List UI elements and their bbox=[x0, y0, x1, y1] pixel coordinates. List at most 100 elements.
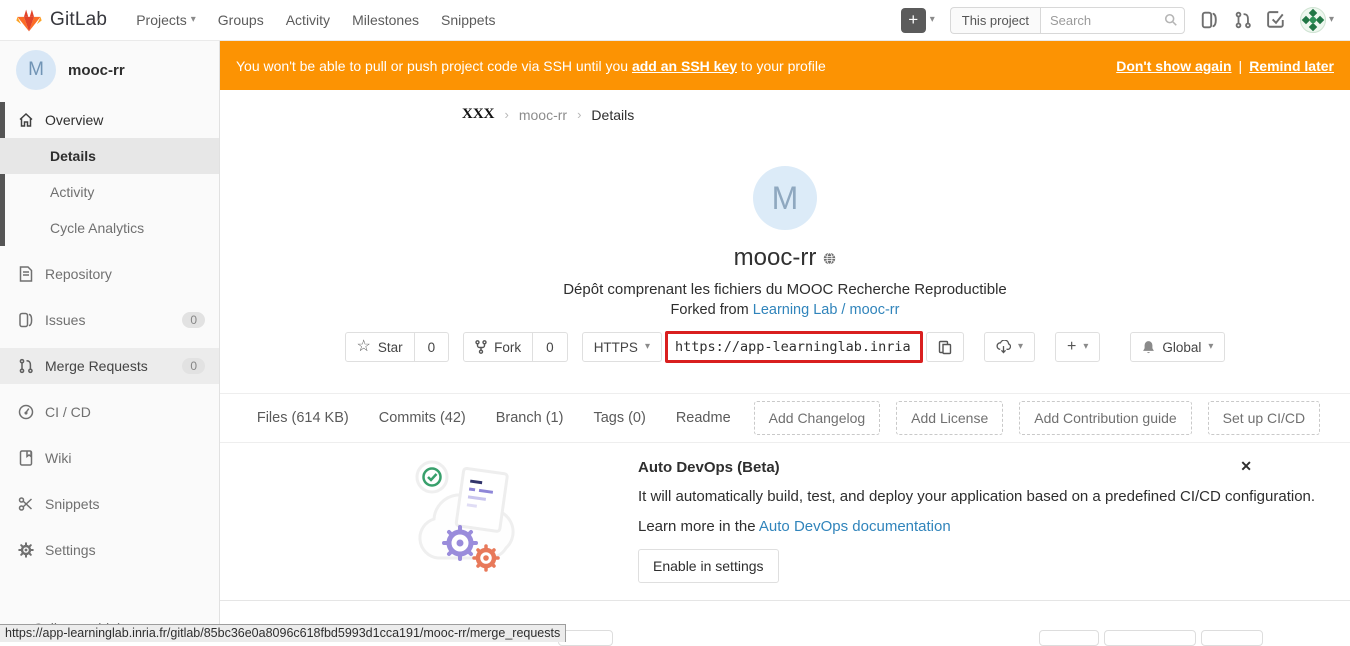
fork-icon bbox=[475, 340, 487, 354]
sidebar-item-details[interactable]: Details bbox=[0, 138, 219, 174]
project-title: mooc-rr bbox=[734, 244, 817, 272]
merge-request-icon bbox=[17, 358, 34, 374]
setup-cicd-button[interactable]: Set up CI/CD bbox=[1208, 401, 1320, 435]
protocol-dropdown[interactable]: HTTPS▾ bbox=[582, 332, 662, 362]
user-menu[interactable]: ▾ bbox=[1300, 7, 1334, 33]
devops-learn-line: Learn more in the Auto DevOps documentat… bbox=[638, 518, 1315, 535]
star-button[interactable]: ☆ Star bbox=[345, 332, 415, 362]
issues-icon[interactable] bbox=[1200, 11, 1219, 29]
clipboard-icon bbox=[938, 340, 952, 355]
issues-icon bbox=[17, 312, 34, 328]
book-icon bbox=[17, 450, 34, 466]
readme-link[interactable]: Readme bbox=[676, 410, 731, 426]
home-icon bbox=[17, 112, 34, 128]
chevron-down-icon: ▾ bbox=[191, 15, 196, 25]
nav-snippets[interactable]: Snippets bbox=[430, 12, 506, 28]
user-avatar bbox=[1300, 7, 1326, 33]
add-ssh-key-link[interactable]: add an SSH key bbox=[632, 58, 737, 74]
breadcrumb-namespace[interactable]: XXX bbox=[462, 106, 495, 123]
sidebar-item-cycle-analytics[interactable]: Cycle Analytics bbox=[0, 210, 219, 246]
document-icon bbox=[17, 266, 34, 282]
forked-from-line: Forked from Learning Lab / mooc-rr bbox=[220, 302, 1350, 318]
tanuki-icon bbox=[16, 8, 42, 33]
devops-title: Auto DevOps (Beta) bbox=[638, 459, 1315, 476]
sidebar-project-header[interactable]: M mooc-rr bbox=[0, 41, 219, 100]
download-dropdown[interactable]: ▾ bbox=[984, 332, 1035, 362]
ssh-warning-banner: You won't be able to pull or push projec… bbox=[220, 41, 1350, 90]
nav-milestones[interactable]: Milestones bbox=[341, 12, 430, 28]
add-license-button[interactable]: Add License bbox=[896, 401, 1003, 435]
new-menu-button[interactable]: + ▾ bbox=[901, 8, 935, 33]
branches-link[interactable]: Branch (1) bbox=[496, 410, 564, 426]
add-contribution-guide-button[interactable]: Add Contribution guide bbox=[1019, 401, 1191, 435]
sidebar-item-ci-cd[interactable]: CI / CD bbox=[0, 394, 219, 430]
ssh-warning-text: You won't be able to pull or push projec… bbox=[236, 58, 1116, 74]
sidebar-item-activity[interactable]: Activity bbox=[0, 174, 219, 210]
plus-icon: + bbox=[901, 8, 926, 33]
browser-status-url: https://app-learninglab.inria.fr/gitlab/… bbox=[0, 624, 566, 642]
todos-icon[interactable] bbox=[1267, 11, 1285, 29]
cutoff-button[interactable] bbox=[558, 630, 613, 646]
cutoff-button[interactable] bbox=[1104, 630, 1196, 646]
project-actions-row: ☆ Star 0 Fork 0 HTTPS▾ bbox=[220, 331, 1350, 363]
files-link[interactable]: Files (614 KB) bbox=[257, 410, 349, 426]
nav-groups[interactable]: Groups bbox=[207, 12, 275, 28]
top-navbar: GitLab Projects▾ Groups Activity Milesto… bbox=[0, 0, 1350, 41]
cutoff-button[interactable] bbox=[1201, 630, 1263, 646]
notification-dropdown[interactable]: Global ▾ bbox=[1130, 332, 1225, 362]
sidebar-item-merge-requests[interactable]: Merge Requests 0 bbox=[0, 348, 219, 384]
project-stats-row: Files (614 KB) Commits (42) Branch (1) T… bbox=[220, 393, 1350, 443]
chevron-down-icon: ▾ bbox=[1329, 15, 1334, 25]
commits-link[interactable]: Commits (42) bbox=[379, 410, 466, 426]
sidebar-item-repository[interactable]: Repository bbox=[0, 256, 219, 292]
tags-link[interactable]: Tags (0) bbox=[593, 410, 645, 426]
bell-icon bbox=[1142, 340, 1155, 355]
chevron-down-icon: ▾ bbox=[1208, 342, 1213, 352]
project-sidebar: M mooc-rr Overview Details Activity Cycl… bbox=[0, 41, 220, 642]
sidebar-item-settings[interactable]: Settings bbox=[0, 532, 219, 568]
fork-count[interactable]: 0 bbox=[533, 332, 568, 362]
project-avatar: M bbox=[753, 166, 817, 230]
brand-name: GitLab bbox=[50, 9, 107, 31]
add-changelog-button[interactable]: Add Changelog bbox=[754, 401, 881, 435]
chevron-down-icon: ▾ bbox=[645, 342, 650, 352]
search-icon bbox=[1164, 13, 1178, 27]
mr-count-badge: 0 bbox=[182, 358, 205, 374]
copy-url-button[interactable] bbox=[926, 332, 964, 362]
search-group: This project bbox=[950, 7, 1185, 34]
sidebar-item-issues[interactable]: Issues 0 bbox=[0, 302, 219, 338]
nav-activity[interactable]: Activity bbox=[275, 12, 341, 28]
star-count[interactable]: 0 bbox=[415, 332, 450, 362]
sidebar-project-name: mooc-rr bbox=[68, 62, 125, 79]
breadcrumb-current: Details bbox=[591, 107, 634, 123]
fork-button[interactable]: Fork bbox=[463, 332, 533, 362]
gitlab-logo[interactable]: GitLab bbox=[16, 8, 107, 33]
devops-docs-link[interactable]: Auto DevOps documentation bbox=[759, 518, 951, 535]
sidebar-item-snippets[interactable]: Snippets bbox=[0, 486, 219, 522]
breadcrumb-project[interactable]: mooc-rr bbox=[519, 107, 567, 123]
sidebar-item-overview[interactable]: Overview bbox=[0, 102, 219, 138]
forked-from-link[interactable]: Learning Lab / mooc-rr bbox=[753, 302, 900, 318]
sidebar-item-wiki[interactable]: Wiki bbox=[0, 440, 219, 476]
chevron-down-icon: ▾ bbox=[1018, 342, 1023, 352]
project-title-row: mooc-rr bbox=[220, 244, 1350, 272]
cutoff-button[interactable] bbox=[1039, 630, 1099, 646]
close-icon[interactable]: ✕ bbox=[1240, 458, 1252, 475]
chevron-down-icon: ▾ bbox=[1083, 342, 1088, 352]
dont-show-again-link[interactable]: Don't show again bbox=[1116, 58, 1231, 74]
clone-url-highlight bbox=[665, 331, 923, 363]
new-item-dropdown[interactable]: + ▾ bbox=[1055, 332, 1100, 362]
main-content: XXX › mooc-rr › Details M mooc-rr Dépôt … bbox=[220, 90, 1350, 642]
plus-icon: + bbox=[1067, 339, 1076, 355]
scissors-icon bbox=[17, 496, 34, 512]
devops-description: It will automatically build, test, and d… bbox=[638, 488, 1315, 505]
overview-section: Overview Details Activity Cycle Analytic… bbox=[0, 102, 219, 246]
gear-icon bbox=[17, 542, 34, 558]
merge-requests-icon[interactable] bbox=[1234, 11, 1252, 29]
breadcrumb: XXX › mooc-rr › Details bbox=[462, 106, 634, 123]
enable-in-settings-button[interactable]: Enable in settings bbox=[638, 549, 779, 583]
clone-url-input[interactable] bbox=[668, 334, 920, 360]
nav-projects[interactable]: Projects▾ bbox=[125, 12, 207, 28]
issues-count-badge: 0 bbox=[182, 312, 205, 328]
remind-later-link[interactable]: Remind later bbox=[1249, 58, 1334, 74]
